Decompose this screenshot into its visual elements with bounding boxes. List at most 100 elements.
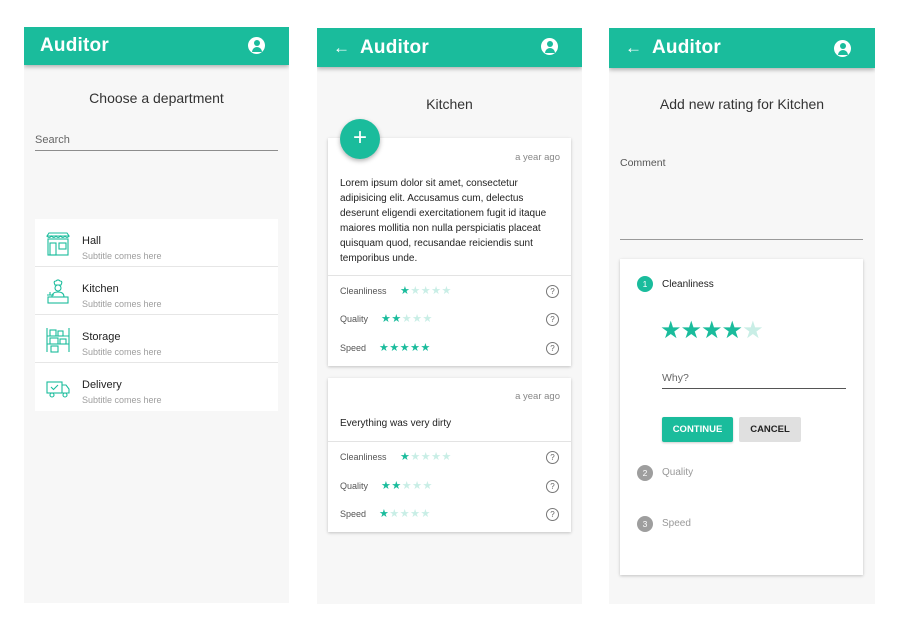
star-empty-icon[interactable]: ★ xyxy=(742,317,763,344)
review-card: a year ago Everything was very dirty Cle… xyxy=(328,378,571,532)
star-rating: ★★★★★ xyxy=(381,479,433,492)
star-filled-icon[interactable]: ★ xyxy=(722,317,743,344)
rating-row: Quality ★★★★★ ? xyxy=(340,312,559,328)
star-filled-icon: ★ xyxy=(381,480,392,492)
list-item-kitchen[interactable]: Kitchen Subtitle comes here xyxy=(35,267,278,315)
chef-icon xyxy=(47,279,69,304)
account-icon[interactable] xyxy=(248,37,265,54)
star-empty-icon: ★ xyxy=(431,285,442,297)
department-title: Kitchen xyxy=(82,283,119,295)
add-rating-button[interactable]: + xyxy=(340,119,380,159)
step-label-cleanliness[interactable]: Cleanliness xyxy=(662,279,714,290)
continue-button[interactable]: CONTINUE xyxy=(662,417,733,442)
rating-label: Cleanliness xyxy=(340,452,387,462)
cancel-button[interactable]: CANCEL xyxy=(739,417,801,442)
department-subtitle: Subtitle comes here xyxy=(82,251,162,261)
star-empty-icon: ★ xyxy=(420,285,432,297)
app-bar: ← Auditor xyxy=(609,28,875,68)
star-filled-icon: ★ xyxy=(410,342,421,354)
star-empty-icon: ★ xyxy=(422,480,433,492)
divider xyxy=(328,441,571,442)
star-filled-icon: ★ xyxy=(391,313,402,325)
star-rating: ★★★★★ xyxy=(381,312,433,325)
step-label-quality[interactable]: Quality xyxy=(662,467,693,478)
back-arrow-icon[interactable]: ← xyxy=(333,38,359,58)
comment-field[interactable]: Comment xyxy=(620,157,666,169)
star-empty-icon: ★ xyxy=(441,451,452,463)
star-empty-icon: ★ xyxy=(431,451,442,463)
star-filled-icon[interactable]: ★ xyxy=(660,317,681,344)
help-icon[interactable]: ? xyxy=(546,285,559,298)
department-title: Delivery xyxy=(82,379,122,391)
help-icon[interactable]: ? xyxy=(546,451,559,464)
rating-row: Cleanliness ★★★★★ ? xyxy=(340,450,559,466)
help-icon[interactable]: ? xyxy=(546,342,559,355)
star-empty-icon: ★ xyxy=(410,508,421,520)
delivery-truck-icon xyxy=(46,381,70,398)
star-filled-icon[interactable]: ★ xyxy=(681,317,702,344)
app-bar: Auditor xyxy=(24,27,289,65)
app-bar: ← Auditor xyxy=(317,28,582,67)
account-icon[interactable] xyxy=(541,38,558,55)
page-title: Add new rating for Kitchen xyxy=(659,96,825,112)
department-title: Hall xyxy=(82,235,101,247)
shelves-icon xyxy=(46,328,70,353)
app-title: Auditor xyxy=(360,36,429,58)
star-empty-icon: ★ xyxy=(399,508,411,520)
list-item-delivery[interactable]: Delivery Subtitle comes here xyxy=(35,363,278,411)
account-icon[interactable] xyxy=(834,40,851,57)
review-card: a year ago Lorem ipsum dolor sit amet, c… xyxy=(328,138,571,366)
rating-label: Quality xyxy=(340,481,369,491)
star-filled-icon: ★ xyxy=(379,342,390,354)
step-label-speed[interactable]: Speed xyxy=(662,518,691,529)
star-filled-icon: ★ xyxy=(381,313,392,325)
star-rating-input[interactable]: ★★★★★ xyxy=(660,316,764,345)
step-number: 1 xyxy=(637,276,653,292)
back-arrow-icon[interactable]: ← xyxy=(625,38,651,58)
star-empty-icon: ★ xyxy=(412,480,423,492)
star-empty-icon: ★ xyxy=(441,285,452,297)
rating-row: Speed ★★★★★ ? xyxy=(340,341,559,357)
star-filled-icon: ★ xyxy=(379,508,390,520)
rating-label: Speed xyxy=(340,509,367,519)
rating-label: Quality xyxy=(340,314,369,324)
star-rating: ★★★★★ xyxy=(379,341,431,354)
comment-underline xyxy=(620,239,863,240)
department-subtitle: Subtitle comes here xyxy=(82,347,162,357)
rating-stepper: 1 Cleanliness ★★★★★ Why? CONTINUE CANCEL… xyxy=(620,259,863,575)
reviews-screen: ← Auditor Kitchen + a year ago Lorem ips… xyxy=(317,28,582,604)
app-title: Auditor xyxy=(652,37,721,58)
star-empty-icon: ★ xyxy=(412,313,423,325)
department-subtitle: Subtitle comes here xyxy=(82,395,162,405)
department-title: Storage xyxy=(82,331,121,343)
list-item-hall[interactable]: Hall Subtitle comes here xyxy=(35,219,278,267)
star-filled-icon: ★ xyxy=(420,342,431,354)
review-text: Lorem ipsum dolor sit amet, consectetur … xyxy=(340,178,547,264)
page-title: Kitchen xyxy=(426,96,473,112)
search-input[interactable]: Search xyxy=(35,134,278,151)
list-item-storage[interactable]: Storage Subtitle comes here xyxy=(35,315,278,363)
step-number: 3 xyxy=(637,516,653,532)
help-icon[interactable]: ? xyxy=(546,508,559,521)
star-filled-icon: ★ xyxy=(399,342,411,354)
review-timestamp: a year ago xyxy=(515,152,560,163)
star-empty-icon: ★ xyxy=(420,508,431,520)
department-screen: Auditor Choose a department Search Hall … xyxy=(24,27,289,603)
why-input[interactable]: Why? xyxy=(662,372,846,389)
step-number: 2 xyxy=(637,465,653,481)
star-filled-icon[interactable]: ★ xyxy=(701,317,722,344)
divider xyxy=(328,275,571,276)
star-rating: ★★★★★ xyxy=(400,450,452,463)
review-text: Everything was very dirty xyxy=(340,418,452,429)
star-filled-icon: ★ xyxy=(400,451,411,463)
star-rating: ★★★★★ xyxy=(400,284,452,297)
star-empty-icon: ★ xyxy=(420,451,432,463)
page-title: Choose a department xyxy=(89,90,224,106)
department-subtitle: Subtitle comes here xyxy=(82,299,162,309)
help-icon[interactable]: ? xyxy=(546,313,559,326)
rating-label: Cleanliness xyxy=(340,286,387,296)
star-filled-icon: ★ xyxy=(400,285,411,297)
help-icon[interactable]: ? xyxy=(546,480,559,493)
star-empty-icon: ★ xyxy=(389,508,400,520)
star-empty-icon: ★ xyxy=(410,451,421,463)
